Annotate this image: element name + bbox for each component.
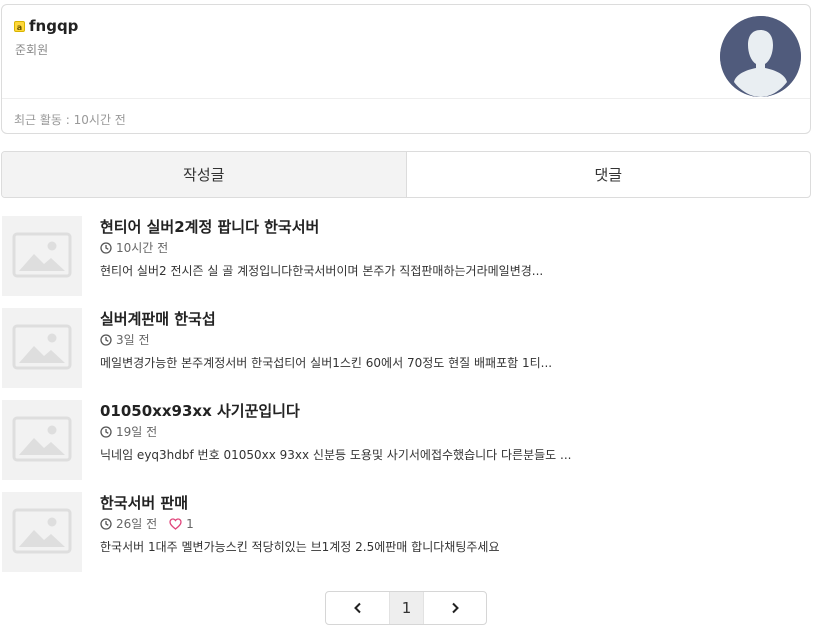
profile-username[interactable]: fngqp <box>29 17 78 35</box>
chevron-right-icon <box>452 602 459 614</box>
post-time: 19일 전 <box>116 425 158 439</box>
tab-comments[interactable]: 댓글 <box>407 152 811 197</box>
profile-card: a fngqp 준회원 최근 활동 : 10시간 전 <box>1 4 811 134</box>
post-title[interactable]: 01050xx93xx 사기꾼입니다 <box>100 400 300 421</box>
image-placeholder-icon <box>12 508 72 554</box>
post-title[interactable]: 한국서버 판매 <box>100 492 188 513</box>
profile-divider <box>2 98 810 99</box>
post-time: 3일 전 <box>116 333 150 347</box>
chevron-left-icon <box>353 602 361 614</box>
image-placeholder-icon <box>12 324 72 370</box>
list-item[interactable]: 한국서버 판매 26일 전 1 한국서버 1대주 멜변가능스킨 적당히있는 브1… <box>2 492 812 572</box>
pagination: 1 <box>325 591 487 625</box>
clock-icon <box>100 517 112 530</box>
image-placeholder-icon <box>12 416 72 462</box>
post-excerpt[interactable]: 닉네임 eyq3hdbf 번호 01050xx 93xx 신분등 도용및 사기서… <box>100 446 571 463</box>
clock-icon <box>100 425 112 438</box>
post-time: 26일 전 <box>116 517 158 531</box>
like-count: 1 <box>186 516 194 531</box>
heart-icon <box>169 517 182 530</box>
post-meta: 19일 전 <box>100 423 157 440</box>
post-excerpt[interactable]: 한국서버 1대주 멜변가능스킨 적당히있는 브1계정 2.5에판매 합니다채팅주… <box>100 538 499 555</box>
tabs: 작성글 댓글 <box>1 151 811 198</box>
avatar <box>720 16 801 97</box>
profile-rank: 준회원 <box>15 43 49 57</box>
post-thumbnail[interactable] <box>2 400 82 480</box>
level-badge: a <box>14 20 25 32</box>
post-title[interactable]: 현티어 실버2계정 팝니다 한국서버 <box>100 216 319 237</box>
user-silhouette-icon <box>720 16 801 97</box>
post-excerpt[interactable]: 메일변경가능한 본주계정서버 한국섭티어 실버1스킨 60에서 70정도 현질 … <box>100 354 552 371</box>
post-time: 10시간 전 <box>116 241 169 255</box>
list-item[interactable]: 현티어 실버2계정 팝니다 한국서버 10시간 전 현티어 실버2 전시즌 실 … <box>2 216 812 296</box>
list-item[interactable]: 01050xx93xx 사기꾼입니다 19일 전 닉네임 eyq3hdbf 번호… <box>2 400 812 480</box>
post-thumbnail[interactable] <box>2 492 82 572</box>
profile-name-row: a fngqp <box>14 17 78 35</box>
clock-icon <box>100 241 112 254</box>
post-excerpt[interactable]: 현티어 실버2 전시즌 실 골 계정입니다한국서버이며 본주가 직접판매하는거라… <box>100 262 543 279</box>
post-list: 현티어 실버2계정 팝니다 한국서버 10시간 전 현티어 실버2 전시즌 실 … <box>2 216 812 584</box>
prev-page-button[interactable] <box>326 592 390 624</box>
post-meta: 3일 전 <box>100 331 150 348</box>
list-item[interactable]: 실버계판매 한국섭 3일 전 메일변경가능한 본주계정서버 한국섭티어 실버1스… <box>2 308 812 388</box>
page-number-button[interactable]: 1 <box>390 592 424 624</box>
next-page-button[interactable] <box>424 592 486 624</box>
post-meta: 26일 전 1 <box>100 515 194 532</box>
tab-posts[interactable]: 작성글 <box>2 152 407 197</box>
image-placeholder-icon <box>12 232 72 278</box>
post-thumbnail[interactable] <box>2 216 82 296</box>
post-meta: 10시간 전 <box>100 239 168 256</box>
post-title[interactable]: 실버계판매 한국섭 <box>100 308 216 329</box>
last-activity: 최근 활동 : 10시간 전 <box>14 113 126 127</box>
post-thumbnail[interactable] <box>2 308 82 388</box>
clock-icon <box>100 333 112 346</box>
